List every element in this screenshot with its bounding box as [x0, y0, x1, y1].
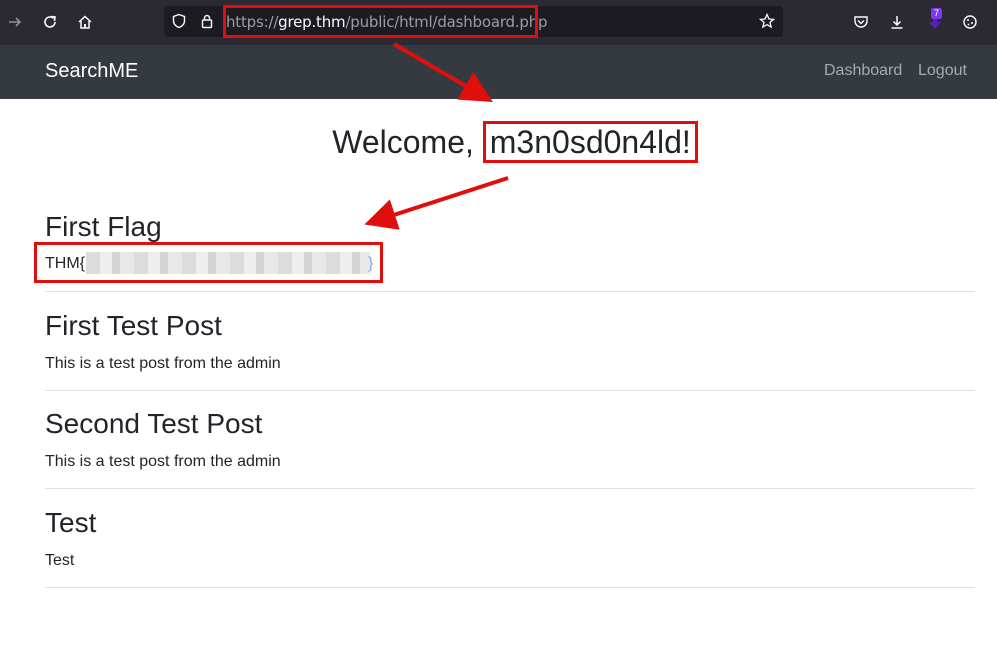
flag-prefix: THM{ — [45, 255, 85, 272]
divider — [45, 390, 975, 391]
post-body: This is a test post from the admin — [45, 355, 281, 372]
post-item: Test Test — [45, 507, 975, 571]
post-title: Test — [45, 507, 97, 538]
post-title: First Test Post — [45, 310, 222, 341]
forward-icon[interactable] — [4, 11, 26, 33]
pocket-icon[interactable] — [850, 11, 872, 33]
cookie-icon[interactable] — [959, 11, 981, 33]
welcome-heading: Welcome, m3n0sd0n4ld! — [0, 121, 997, 163]
extension-badge: 7 — [931, 8, 943, 19]
post-title: Second Test Post — [45, 408, 263, 439]
flag-redaction — [86, 252, 370, 274]
username-annotation-box: m3n0sd0n4ld! — [482, 121, 698, 163]
lock-icon[interactable] — [196, 10, 218, 32]
browser-toolbar: https://grep.thm/public/html/dashboard.p… — [0, 0, 997, 45]
post-item: First Test Post This is a test post from… — [45, 310, 975, 374]
download-icon[interactable] — [886, 11, 908, 33]
post-body: This is a test post from the admin — [45, 453, 281, 470]
reload-icon[interactable] — [39, 11, 61, 33]
flag-section: First Flag — [45, 211, 975, 243]
flag-suffix: } — [368, 255, 374, 272]
nav-dashboard-link[interactable]: Dashboard — [824, 62, 902, 80]
brand-logo[interactable]: SearchME — [45, 60, 138, 83]
home-icon[interactable] — [74, 11, 96, 33]
nav-logout-link[interactable]: Logout — [918, 62, 967, 80]
app-navbar: SearchME Dashboard Logout — [0, 45, 997, 99]
post-item: Second Test Post This is a test post fro… — [45, 408, 975, 472]
flag-title: First Flag — [45, 211, 162, 242]
shield-icon[interactable] — [168, 10, 190, 32]
post-body: Test — [45, 552, 75, 569]
divider — [45, 587, 975, 588]
welcome-prefix: Welcome, — [332, 124, 483, 160]
bookmark-star-icon[interactable] — [756, 10, 778, 32]
divider — [45, 488, 975, 489]
divider — [45, 291, 975, 292]
username: m3n0sd0n4ld! — [489, 124, 691, 160]
url-annotation-box — [223, 5, 538, 38]
